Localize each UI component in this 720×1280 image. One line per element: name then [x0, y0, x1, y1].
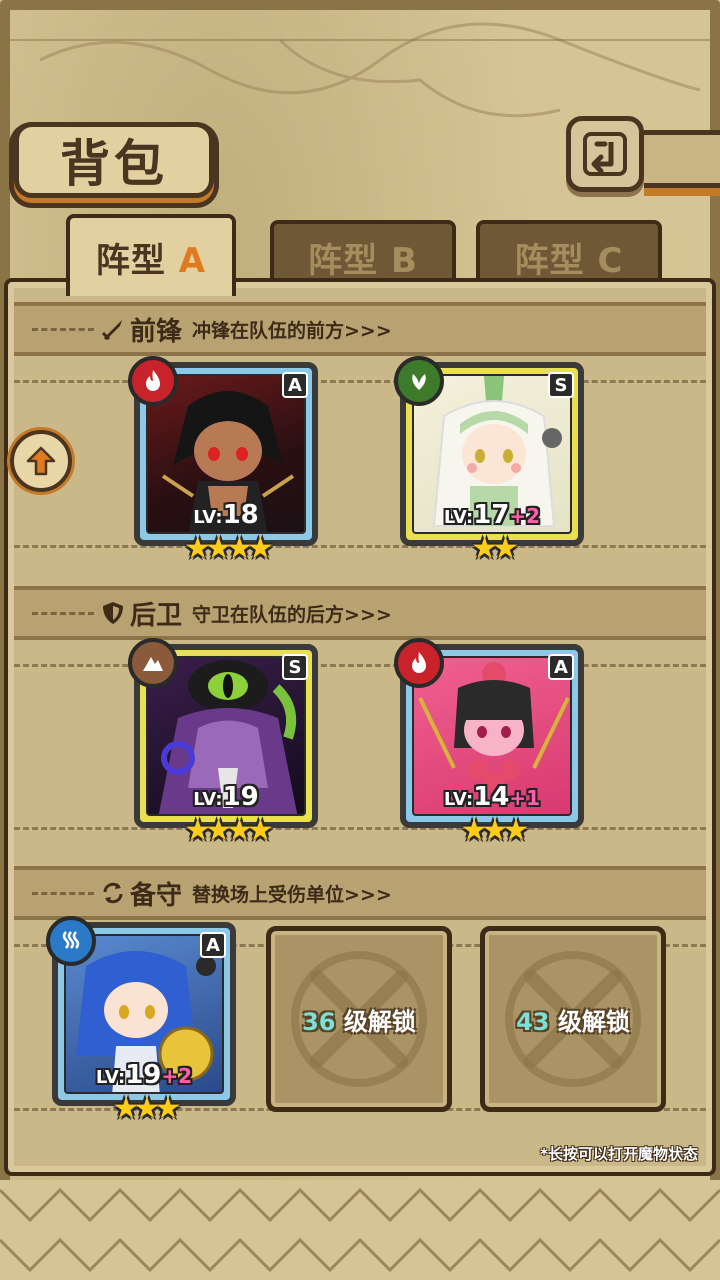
tab-label: 阵型 [514, 240, 585, 281]
unlock-level-label: 36 级解锁 [302, 1007, 416, 1036]
shield-icon [103, 602, 123, 624]
page-title: 背包 [60, 134, 168, 193]
row-guide [14, 380, 706, 383]
section-back: 后卫 守卫在队伍的后方>>> [14, 586, 706, 640]
swap-icon [103, 882, 123, 904]
level-label: LV:19 [193, 782, 259, 812]
level-label: LV:18 [193, 500, 259, 530]
section-desc: 冲锋在队伍的前方>>> [192, 319, 392, 342]
unlock-level: 36 [302, 1007, 336, 1036]
rank-badge: A [282, 372, 308, 398]
level-value: 18 [222, 500, 259, 530]
section-title: 后卫 [130, 600, 183, 631]
row-guide [14, 664, 706, 667]
level-label: LV:14+1 [443, 782, 541, 812]
row-guide [14, 827, 706, 830]
side-arrow-button[interactable] [10, 430, 72, 492]
locked-slot-1[interactable]: 36 级解锁 [266, 926, 452, 1112]
tab-suffix: C [597, 240, 624, 281]
tab-suffix: B [390, 240, 418, 281]
star-rating: ★★★ [112, 1091, 182, 1126]
tab-label: 阵型 [308, 240, 379, 281]
tab-label: 阵型 [95, 240, 166, 281]
tab-formation-a[interactable]: 阵型 A [66, 214, 236, 296]
back-button[interactable] [566, 116, 644, 192]
rank-badge: S [282, 654, 308, 680]
level-value: 17 [473, 500, 510, 530]
monster-card-reserve-1[interactable]: A LV:19+2 ★★★ [46, 916, 236, 1126]
level-label: LV:19+2 [95, 1060, 193, 1090]
unlock-level-label: 43 级解锁 [516, 1007, 630, 1036]
rank-badge: A [200, 932, 226, 958]
long-press-hint: *长按可以打开魔物状态 [540, 1145, 698, 1163]
row-guide [14, 545, 706, 548]
level-bonus: +2 [509, 504, 541, 528]
tab-formation-c[interactable]: 阵型 C [476, 220, 662, 290]
fire-icon [394, 638, 444, 688]
back-arrow-icon [583, 132, 627, 176]
level-bonus: +2 [161, 1064, 193, 1088]
star-rating: ★★★★ [184, 531, 274, 566]
rank-badge: A [548, 654, 574, 680]
title-plaque: 背包 [14, 122, 214, 198]
tab-formation-b[interactable]: 阵型 B [270, 220, 456, 290]
back-rail [644, 130, 720, 188]
locked-slot-2[interactable]: 43 级解锁 [480, 926, 666, 1112]
star-rating: ★★★ [460, 813, 530, 848]
section-title: 前锋 [130, 316, 183, 347]
level-value: 14 [473, 782, 510, 812]
rank-badge: S [548, 372, 574, 398]
monster-card-front-2[interactable]: S LV:17+2 ★★ [394, 356, 584, 566]
section-title: 备守 [130, 880, 183, 911]
fire-icon [128, 356, 178, 406]
leaf-icon [394, 356, 444, 406]
star-rating: ★★★★ [184, 813, 274, 848]
monster-card-front-1[interactable]: A LV:18 ★★★★ [128, 356, 318, 566]
bottom-zigzag [0, 1180, 720, 1280]
star-rating: ★★ [471, 531, 519, 566]
earth-icon [128, 638, 178, 688]
monster-card-back-2[interactable]: A LV:14+1 ★★★ [394, 638, 584, 848]
unlock-level: 43 [516, 1007, 550, 1036]
sword-icon [101, 320, 122, 341]
level-value: 19 [222, 782, 259, 812]
water-icon [46, 916, 96, 966]
monster-card-back-1[interactable]: S LV:19 ★★★★ [128, 638, 318, 848]
tab-suffix: A [178, 240, 207, 281]
up-arrow-icon [26, 446, 56, 476]
section-front: 前锋 冲锋在队伍的前方>>> [14, 302, 706, 356]
back-rail-trim [644, 188, 720, 196]
section-desc: 替换场上受伤单位>>> [192, 883, 392, 906]
level-label: LV:17+2 [443, 500, 541, 530]
level-value: 19 [125, 1060, 162, 1090]
section-reserve: 备守 替换场上受伤单位>>> [14, 866, 706, 920]
level-bonus: +1 [509, 786, 541, 810]
section-desc: 守卫在队伍的后方>>> [192, 603, 392, 626]
